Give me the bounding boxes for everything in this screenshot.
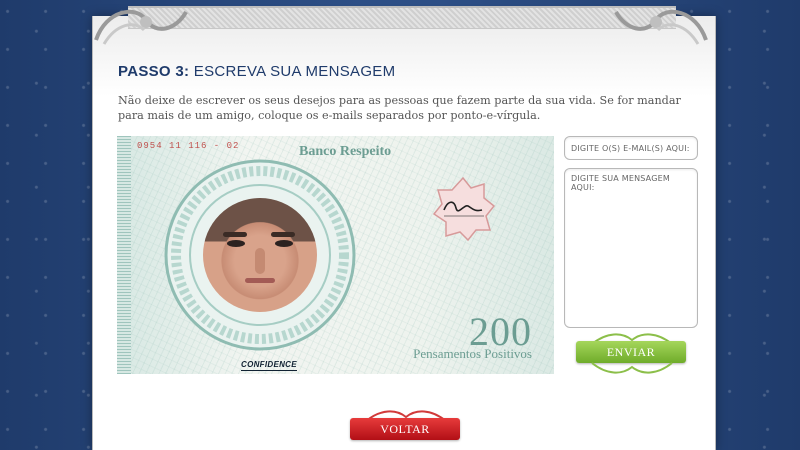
right-ornament-icon	[614, 9, 708, 45]
send-flourish-bottom-icon	[591, 362, 673, 374]
portrait-nose	[255, 248, 265, 274]
top-decorative-band	[128, 6, 676, 29]
send-button[interactable]: ENVIAR	[576, 341, 686, 363]
portrait-right-eye	[275, 240, 293, 247]
portrait-right-brow	[271, 232, 295, 237]
left-ornament-icon	[94, 9, 188, 45]
back-button[interactable]: VOLTAR	[350, 418, 460, 440]
portrait-left-eye	[227, 240, 245, 247]
portrait-mouth	[245, 278, 275, 283]
step-number: PASSO 3:	[118, 63, 190, 80]
page-title: PASSO 3: ESCREVA SUA MENSAGEM	[118, 63, 395, 80]
banknote-value-label: Pensamentos Positivos	[413, 346, 532, 361]
banknote-serial: 0954 11 116 - 02	[137, 141, 240, 151]
instructions-text: Não deixe de escrever os seus desejos pa…	[118, 94, 681, 122]
portrait-photo	[203, 198, 317, 312]
brand-logo: CONFIDENCE	[241, 360, 297, 371]
signature-seal-icon	[432, 176, 496, 242]
portrait-left-brow	[223, 232, 247, 237]
email-input[interactable]	[564, 136, 698, 160]
step-title-text: ESCREVA SUA MENSAGEM	[193, 63, 396, 80]
banknote-left-strip	[117, 136, 131, 374]
message-textarea[interactable]	[564, 168, 698, 328]
banknote-preview: 0954 11 116 - 02 Banco Respeito 200 Pens…	[117, 136, 554, 374]
